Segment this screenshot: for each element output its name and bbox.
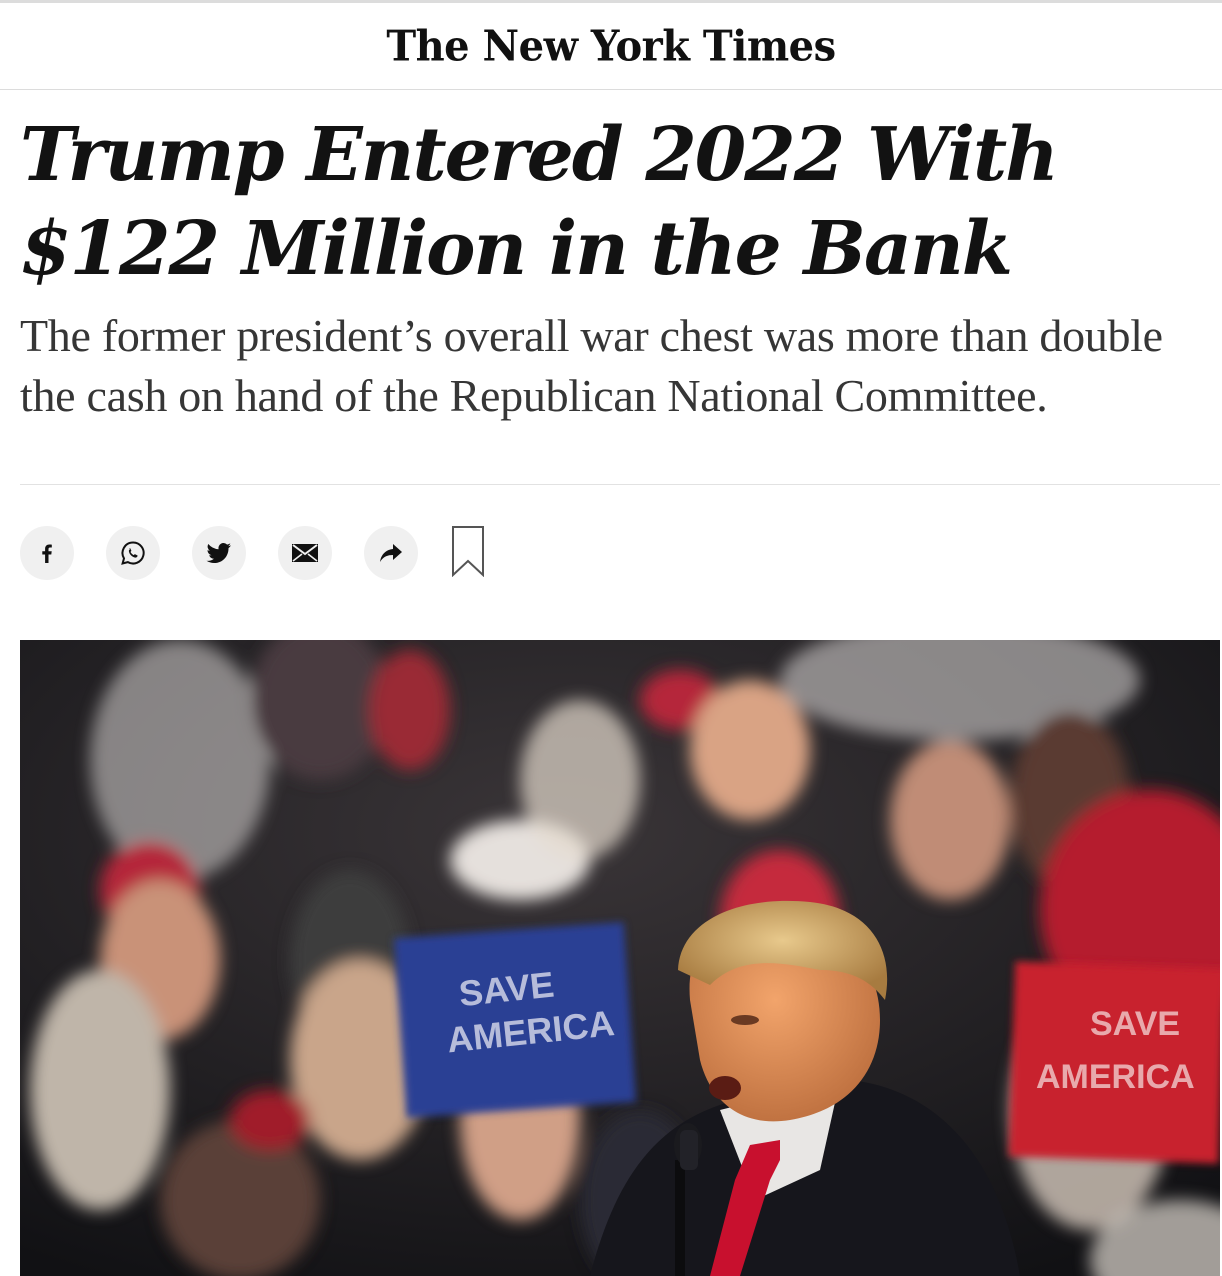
twitter-icon <box>206 542 232 564</box>
article-page: The New York Times Trump Entered 2022 Wi… <box>0 0 1222 1276</box>
svg-text:SAVE: SAVE <box>1090 1005 1180 1043</box>
email-share-button[interactable] <box>278 526 332 580</box>
twitter-share-button[interactable] <box>192 526 246 580</box>
facebook-icon <box>35 541 59 565</box>
share-arrow-icon <box>378 542 404 564</box>
whatsapp-share-button[interactable] <box>106 526 160 580</box>
divider <box>20 484 1220 485</box>
more-share-button[interactable] <box>364 526 418 580</box>
whatsapp-icon <box>119 539 147 567</box>
nyt-logo[interactable]: The New York Times <box>386 21 836 70</box>
email-icon <box>291 543 319 563</box>
save-article-button[interactable] <box>450 525 486 582</box>
bookmark-icon <box>451 525 485 582</box>
lead-photo[interactable]: SAVE AMERICA SAVE AMERICA <box>20 640 1220 1276</box>
facebook-share-button[interactable] <box>20 526 74 580</box>
masthead: The New York Times <box>0 0 1222 90</box>
article-summary: The former president’s overall war chest… <box>20 310 1163 421</box>
svg-text:AMERICA: AMERICA <box>1036 1058 1195 1096</box>
article-headline: Trump Entered 2022 With $122 Million in … <box>20 112 1059 292</box>
share-tools <box>20 525 486 582</box>
